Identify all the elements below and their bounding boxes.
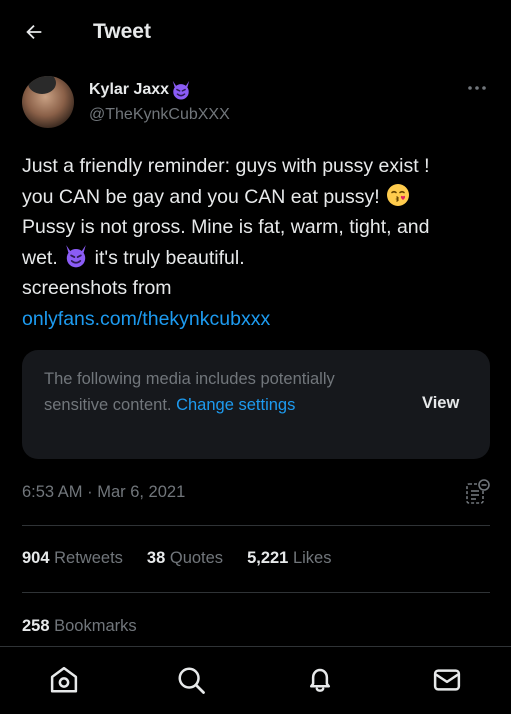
back-arrow-icon xyxy=(26,24,42,40)
tweet-line-text: it's truly beautiful. xyxy=(89,246,245,269)
divider xyxy=(22,525,490,526)
retweets-stat[interactable]: 904 Retweets xyxy=(22,549,123,568)
tweet-line-text: you CAN be gay and you CAN eat pussy! xyxy=(22,185,386,208)
tweet-line: screenshots from xyxy=(22,277,172,299)
page-title: Tweet xyxy=(93,20,151,43)
tweet-text: Just a friendly reminder: guys with puss… xyxy=(22,151,497,334)
retweets-count: 904 xyxy=(22,549,50,567)
analytics-icon xyxy=(466,479,490,504)
avatar-hat-shape xyxy=(28,76,56,94)
avatar[interactable] xyxy=(22,76,74,128)
view-media-button[interactable]: View xyxy=(422,394,459,413)
tweet-line-text: wet. xyxy=(22,246,64,269)
nav-messages[interactable] xyxy=(430,663,464,697)
home-icon xyxy=(50,666,78,693)
kissing-face-emoji-icon xyxy=(387,183,410,206)
more-dots-icon xyxy=(468,86,486,90)
search-icon xyxy=(178,667,205,694)
bottom-navigation xyxy=(0,646,511,714)
tweet-timestamp[interactable]: 6:53 AM · Mar 6, 2021 xyxy=(22,483,185,502)
likes-count: 5,221 xyxy=(247,549,289,567)
bookmarks-count: 258 xyxy=(22,617,50,635)
quotes-label: Quotes xyxy=(169,549,224,567)
bookmarks-stat[interactable]: 258 Bookmarks xyxy=(22,617,137,636)
back-button[interactable] xyxy=(16,14,52,50)
analytics-button[interactable] xyxy=(465,478,491,506)
tweet-line: wet. it's truly beautiful. xyxy=(22,243,497,274)
more-options-button[interactable] xyxy=(462,78,492,98)
author-name: Kylar Jaxx xyxy=(89,81,170,98)
tweet-stats: 904 Retweets 38 Quotes 5,221 Likes xyxy=(22,549,355,568)
tweet-line: you CAN be gay and you CAN eat pussy! xyxy=(22,182,497,213)
quotes-stat[interactable]: 38 Quotes xyxy=(147,549,223,568)
likes-label: Likes xyxy=(292,549,332,567)
devil-emoji-icon xyxy=(172,80,190,100)
change-settings-link[interactable]: Change settings xyxy=(176,396,295,414)
notifications-bell-icon xyxy=(310,668,330,692)
onlyfans-link[interactable]: onlyfans.com/thekynkcubxxx xyxy=(22,308,270,330)
sensitive-media-card[interactable]: The following media includes potentially… xyxy=(22,350,490,459)
author-name-row[interactable]: Kylar Jaxx xyxy=(89,80,192,100)
tweet-line: onlyfans.com/thekynkcubxxx xyxy=(22,304,497,335)
tweet-line: Pussy is not gross. Mine is fat, warm, t… xyxy=(22,216,430,238)
nav-home[interactable] xyxy=(47,663,81,697)
divider xyxy=(22,592,490,593)
nav-notifications[interactable] xyxy=(303,663,337,697)
author-handle[interactable]: @TheKynkCubXXX xyxy=(89,106,230,124)
tweet-detail-screen: Tweet Kylar Jaxx @TheKynkCubXXX Just a f… xyxy=(0,0,511,714)
retweets-label: Retweets xyxy=(54,549,123,567)
quotes-count: 38 xyxy=(146,549,166,567)
likes-stat[interactable]: 5,221 Likes xyxy=(247,549,331,568)
bookmarks-label: Bookmarks xyxy=(54,617,137,635)
tweet-line: Just a friendly reminder: guys with puss… xyxy=(22,155,430,177)
nav-search[interactable] xyxy=(174,663,208,697)
top-bar: Tweet xyxy=(0,0,511,66)
devil-emoji-icon xyxy=(66,244,86,267)
sensitive-media-text: The following media includes potentially… xyxy=(44,367,394,418)
messages-envelope-icon xyxy=(433,669,461,691)
